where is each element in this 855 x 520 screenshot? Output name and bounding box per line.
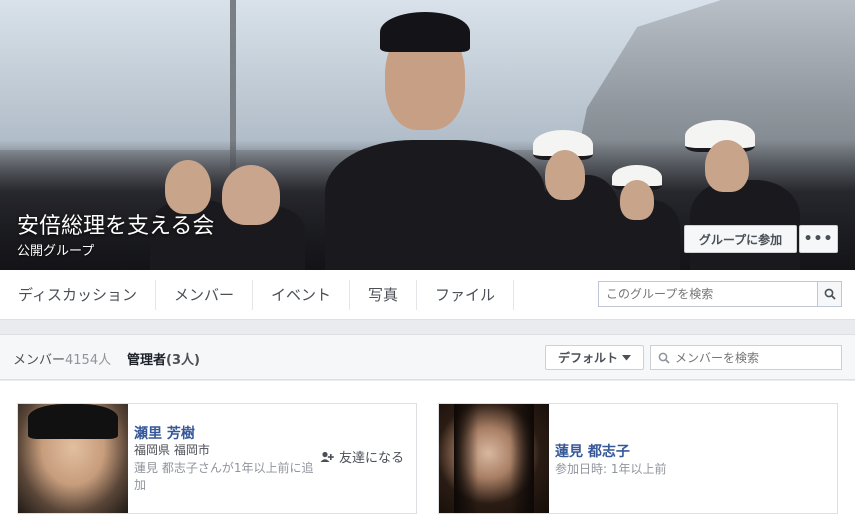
group-privacy: 公開グループ: [17, 244, 95, 259]
avatar[interactable]: [18, 404, 128, 513]
admins-label: 管理者: [127, 353, 167, 368]
add-friend-label: 友達になる: [339, 451, 405, 466]
member-location: 福岡県 福岡市: [134, 443, 210, 457]
figure-hair-main: [380, 12, 470, 52]
add-friend-icon: [320, 451, 334, 462]
group-search: [598, 281, 842, 307]
figure-head: [620, 180, 654, 220]
member-name[interactable]: 瀬里 芳樹: [134, 423, 195, 443]
group-search-button[interactable]: [817, 282, 841, 306]
figure-head: [222, 165, 280, 225]
member-added-by: 蓮見 都志子さんが1年以上前に追加: [134, 461, 314, 492]
group-title[interactable]: 安倍総理を支える会: [17, 208, 214, 240]
admins-filter[interactable]: 管理者(3人): [127, 349, 200, 368]
join-group-button[interactable]: グループに参加: [684, 225, 797, 253]
member-name[interactable]: 蓮見 都志子: [555, 441, 630, 461]
tab-members[interactable]: メンバー: [156, 279, 253, 310]
search-icon: [658, 352, 670, 364]
add-friend-button[interactable]: 友達になる: [320, 447, 404, 466]
sort-label: デフォルト: [557, 351, 618, 365]
member-search-input[interactable]: [670, 346, 841, 369]
search-icon: [824, 288, 836, 300]
members-list: 瀬里 芳樹 福岡県 福岡市 蓮見 都志子さんが1年以上前に追加 友達になる 蓮見…: [0, 381, 855, 520]
group-tab-bar: ディスカッション メンバー イベント 写真 ファイル: [0, 270, 855, 320]
member-joined: 参加日時: 1年以上前: [555, 462, 667, 476]
member-card: 蓮見 都志子 参加日時: 1年以上前: [438, 403, 838, 514]
avatar-hair: [28, 404, 118, 439]
members-filter[interactable]: メンバー4154人: [13, 349, 111, 368]
cover-photo: 安倍総理を支える会 公開グループ グループに参加 •••: [0, 0, 855, 270]
tab-discussion[interactable]: ディスカッション: [0, 279, 156, 310]
figure-head: [545, 150, 585, 200]
avatar-hair: [454, 404, 534, 513]
group-search-input[interactable]: [599, 282, 817, 306]
admins-count: (3人): [166, 353, 200, 368]
chevron-down-icon: [622, 354, 631, 360]
tab-events[interactable]: イベント: [253, 279, 350, 310]
figure-suit-main: [325, 140, 545, 270]
members-count: 4154人: [65, 353, 112, 368]
figure-head: [705, 140, 749, 192]
members-header: メンバー4154人 管理者(3人) デフォルト: [0, 334, 855, 380]
members-label: メンバー: [13, 353, 66, 368]
member-search: [650, 345, 842, 370]
sort-dropdown[interactable]: デフォルト: [545, 345, 644, 370]
figure-head: [165, 160, 211, 214]
tab-files[interactable]: ファイル: [417, 279, 515, 310]
tab-photos[interactable]: 写真: [350, 279, 417, 310]
more-options-button[interactable]: •••: [799, 225, 838, 253]
avatar[interactable]: [439, 404, 549, 513]
member-card: 瀬里 芳樹 福岡県 福岡市 蓮見 都志子さんが1年以上前に追加 友達になる: [17, 403, 417, 514]
